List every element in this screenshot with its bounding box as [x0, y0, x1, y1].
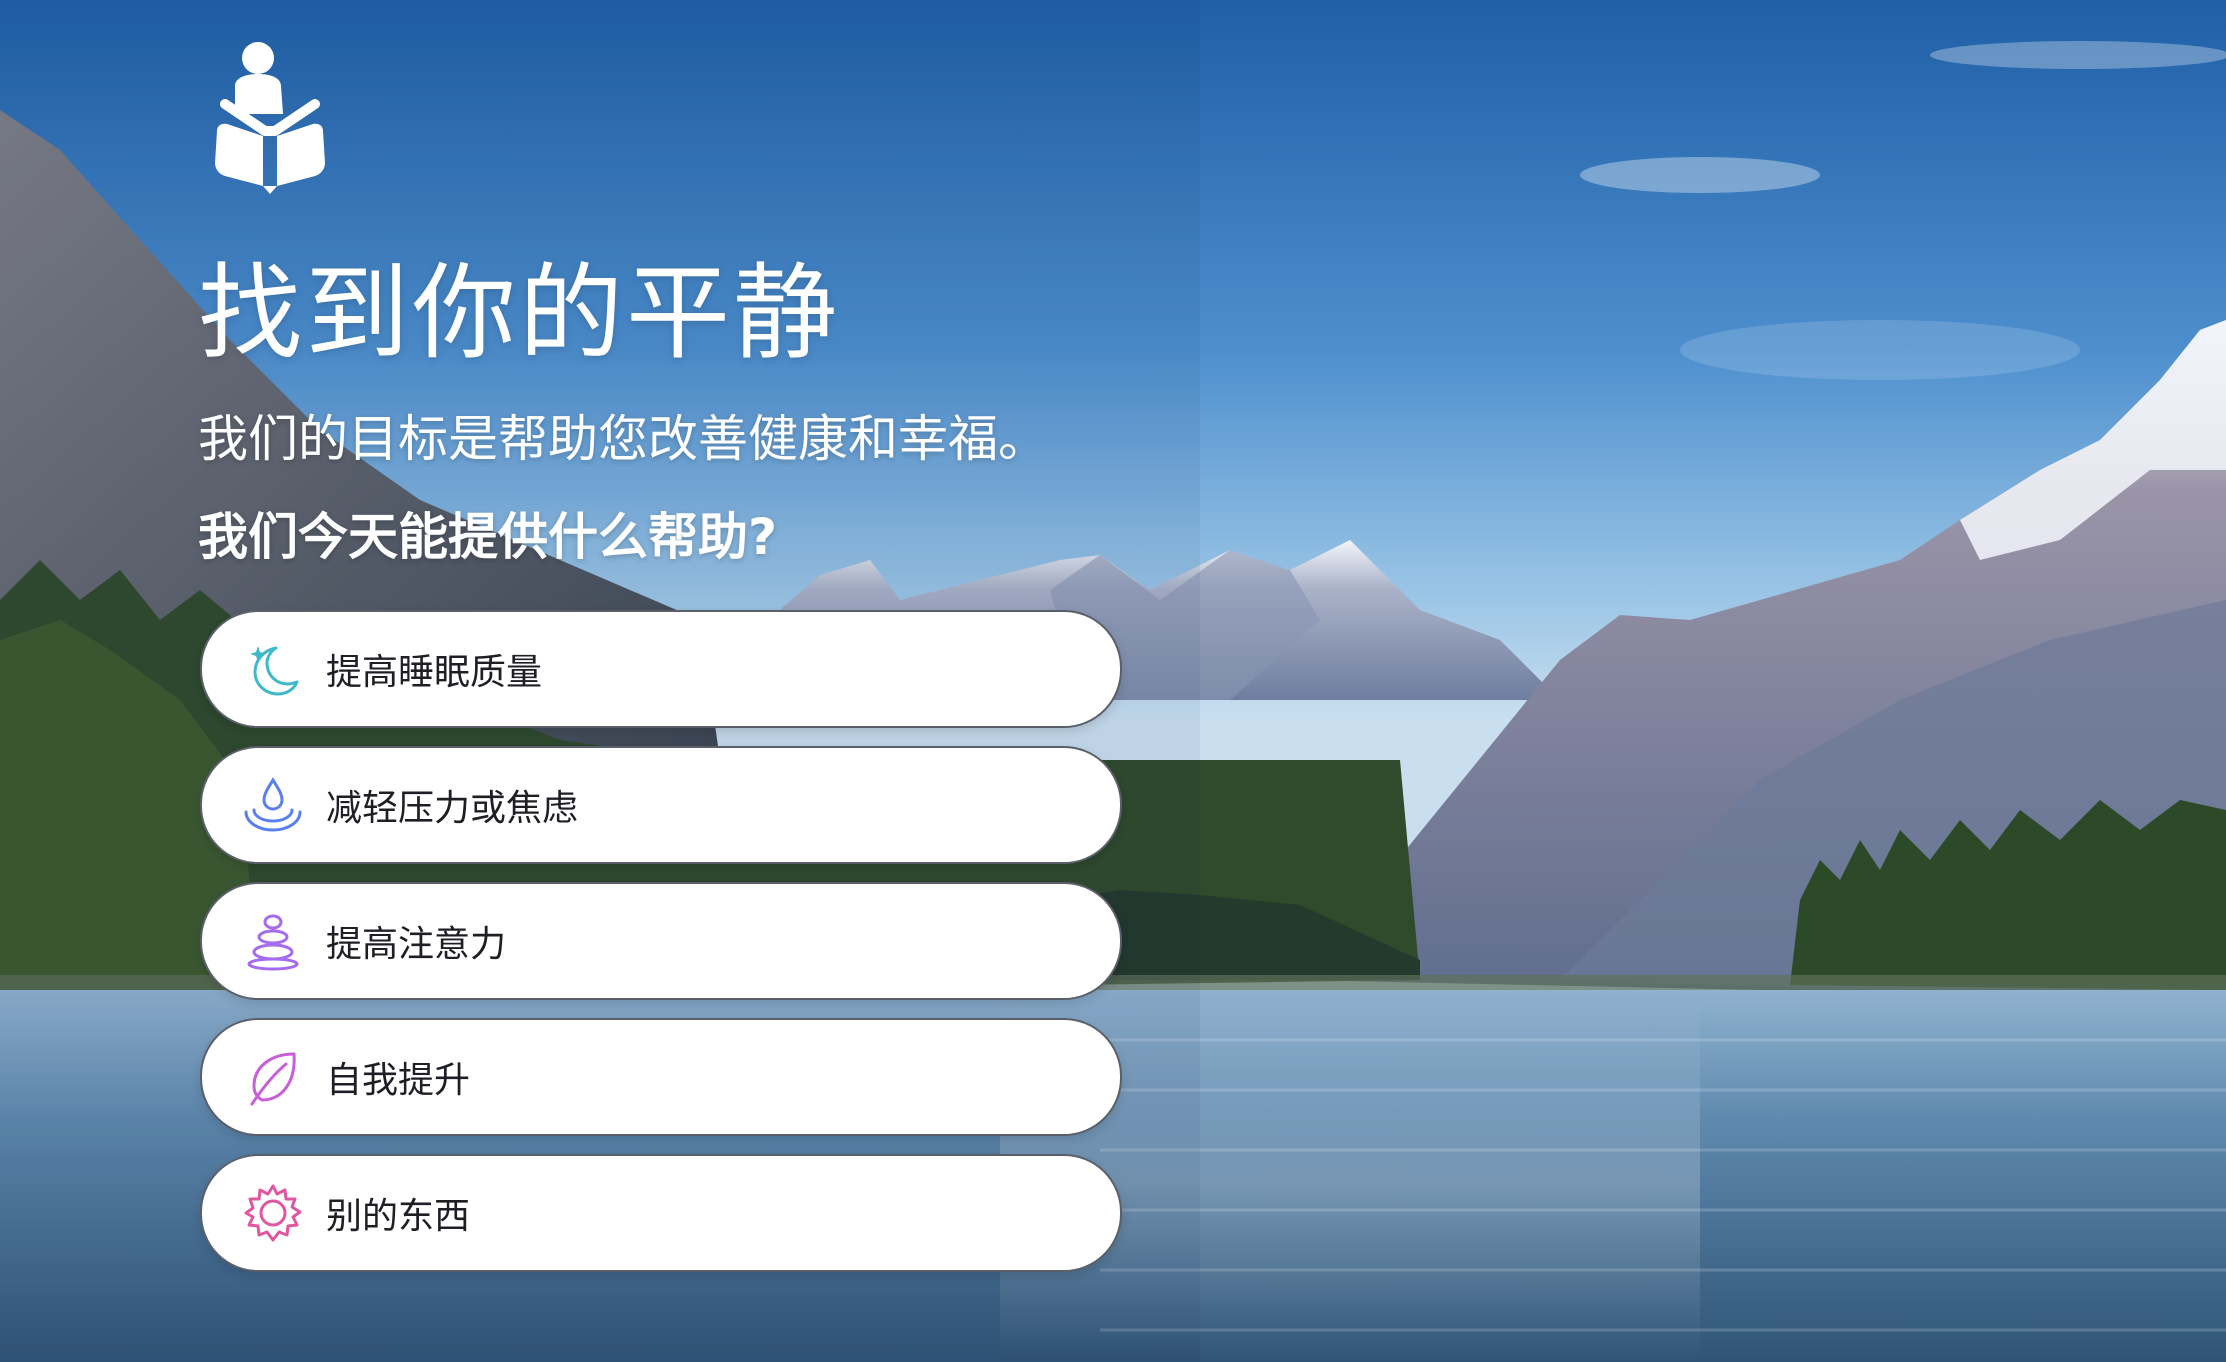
meditating-person-book-icon	[215, 42, 325, 194]
option-improve-sleep[interactable]: 提高睡眠质量	[200, 610, 1122, 728]
water-drop-ripple-icon	[242, 774, 304, 836]
stacked-stones-icon	[242, 910, 304, 972]
page-title: 找到你的平静	[198, 252, 841, 374]
onboarding-content: 找到你的平静 我们的目标是帮助您改善健康和幸福。 我们今天能提供什么帮助? 提高…	[0, 0, 2226, 1362]
option-label: 提高睡眠质量	[326, 652, 543, 693]
option-label: 减轻压力或焦虑	[326, 788, 579, 829]
option-label: 提高注意力	[326, 924, 507, 965]
option-improve-focus[interactable]: 提高注意力	[200, 882, 1122, 1000]
option-self-improvement[interactable]: 自我提升	[200, 1018, 1122, 1136]
option-label: 别的东西	[326, 1196, 471, 1237]
help-question: 我们今天能提供什么帮助?	[198, 508, 778, 566]
page-subtitle: 我们的目标是帮助您改善健康和幸福。	[198, 410, 1048, 468]
moon-sparkle-icon	[242, 638, 304, 700]
option-label: 自我提升	[326, 1060, 471, 1101]
sun-gear-icon	[242, 1182, 304, 1244]
leaf-icon	[242, 1046, 304, 1108]
onboarding-screen: 找到你的平静 我们的目标是帮助您改善健康和幸福。 我们今天能提供什么帮助? 提高…	[0, 0, 2226, 1362]
option-reduce-stress[interactable]: 减轻压力或焦虑	[200, 746, 1122, 864]
option-something-else[interactable]: 别的东西	[200, 1154, 1122, 1272]
